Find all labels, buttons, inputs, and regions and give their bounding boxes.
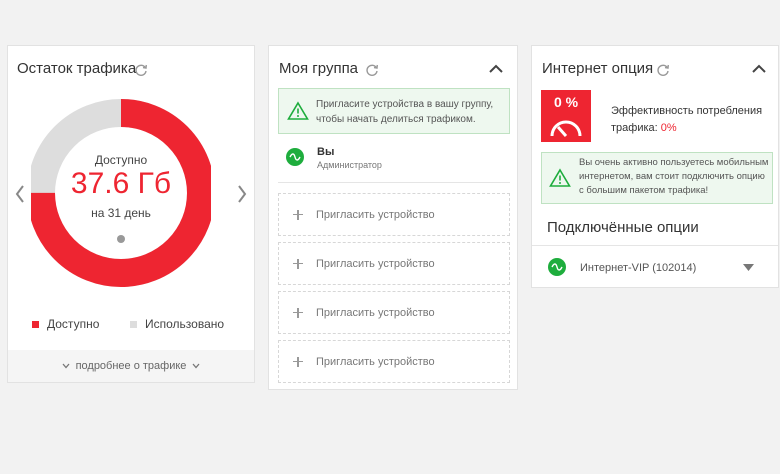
plus-icon [293,209,303,220]
traffic-card: Остаток трафика Доступно 37.6 Гб на 31 д… [7,45,255,383]
period-label: на 31 день [91,206,151,220]
efficiency-badge: 0 % [541,90,591,142]
legend-used-text: Использовано [145,317,225,331]
option-row[interactable]: Интернет-VIP (102014) [532,249,778,287]
efficiency-badge-value: 0 % [553,94,579,110]
member-name: Вы [317,146,335,158]
invite-device-button[interactable]: Пригласить устройство [278,242,510,285]
warning-icon [549,168,571,187]
option-icon [548,258,566,276]
option-name: Интернет-VIP (102014) [580,262,697,274]
refresh-icon[interactable] [365,63,379,77]
chevron-left-icon[interactable] [14,184,26,204]
chevron-down-icon [192,363,200,369]
invite-device-button[interactable]: Пригласить устройство [278,291,510,334]
internet-notice-text: Вы очень активно пользуетесь мобильным и… [579,157,769,196]
pager-dot[interactable] [117,235,125,243]
legend-available: Доступно [32,317,99,331]
infinity-icon [551,263,563,271]
internet-notice: Вы очень активно пользуетесь мобильным и… [541,152,773,204]
group-notice-text: Пригласите устройства в вашу группу, что… [316,99,494,125]
efficiency-text: Эффективность потребления трафика: 0% [611,103,771,137]
traffic-donut: Доступно 37.6 Гб на 31 день [27,93,215,293]
internet-title: Интернет опция [542,60,654,77]
refresh-icon[interactable] [656,63,670,77]
invite-label: Пригласить устройство [316,257,435,270]
available-label: Доступно [94,153,148,167]
legend-available-swatch [32,320,39,328]
group-notice: Пригласите устройства в вашу группу, что… [278,88,510,134]
invite-device-button[interactable]: Пригласить устройство [278,193,510,236]
chevron-down-icon [62,363,70,369]
member-role: Администратор [317,160,382,170]
divider [532,245,778,246]
traffic-details-text: подробнее о трафике [75,360,187,372]
infinity-icon [289,153,301,161]
group-card: Моя группа Пригласите устройства в вашу … [268,45,518,390]
collapse-icon[interactable] [752,64,766,74]
traffic-title: Остаток трафика [17,60,137,77]
group-title: Моя группа [279,60,359,77]
traffic-details-link[interactable]: подробнее о трафике [8,350,254,382]
member-avatar [286,148,304,166]
efficiency-value: 0% [660,122,677,134]
chevron-right-icon[interactable] [236,184,248,204]
collapse-icon[interactable] [489,64,503,74]
efficiency-label: Эффективность потребления трафика: [611,105,763,134]
connected-options-title: Подключённые опции [547,219,699,236]
divider [278,182,510,183]
legend-used-swatch [130,320,137,328]
available-amount: 37.6 Гб [70,167,172,200]
internet-option-card: Интернет опция 0 % Эффективность потребл… [531,45,779,288]
legend-used: Использовано [130,317,224,331]
plus-icon [293,258,303,269]
legend-available-text: Доступно [47,317,100,331]
invite-label: Пригласить устройство [316,208,435,221]
invite-label: Пригласить устройство [316,355,435,368]
invite-label: Пригласить устройство [316,306,435,319]
refresh-icon[interactable] [134,63,148,77]
speedometer-icon [550,120,582,137]
dropdown-arrow-icon[interactable] [743,264,754,271]
plus-icon [293,307,303,318]
invite-device-button[interactable]: Пригласить устройство [278,340,510,383]
warning-icon [287,101,309,120]
plus-icon [293,356,303,367]
